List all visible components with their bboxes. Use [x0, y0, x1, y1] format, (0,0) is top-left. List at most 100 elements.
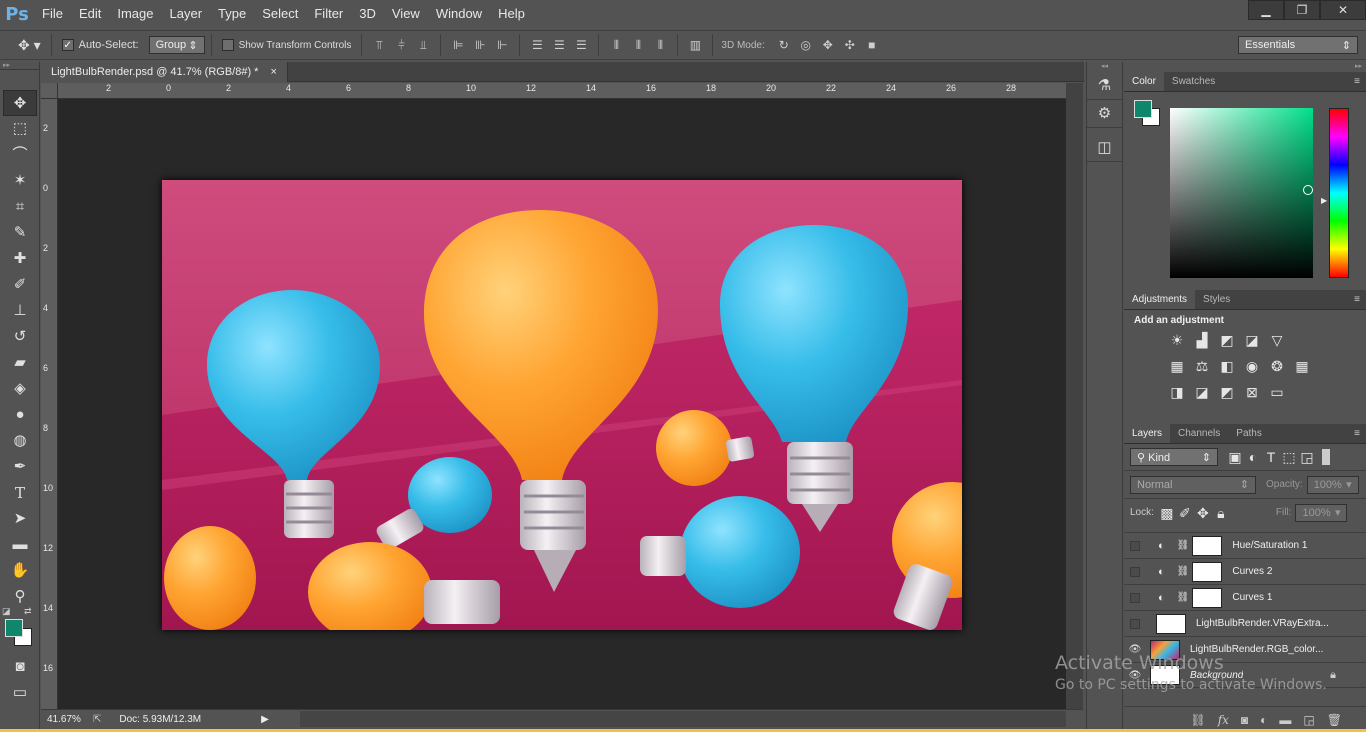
layer-mask-thumbnail[interactable] — [1192, 587, 1223, 608]
canvas-vertical-scrollbar[interactable] — [1066, 83, 1083, 709]
3d-slide-icon[interactable]: ✣ — [843, 38, 857, 52]
menu-type[interactable]: Type — [210, 0, 254, 28]
healing-brush-tool-icon[interactable]: ✚ — [3, 246, 37, 272]
eraser-tool-icon[interactable]: ▰ — [3, 350, 37, 376]
distribute-left-icon[interactable]: ⦀ — [609, 38, 623, 52]
visibility-toggle[interactable] — [1130, 566, 1140, 577]
black-white-icon[interactable]: ◧ — [1218, 358, 1236, 374]
color-balance-icon[interactable]: ⚖ — [1193, 358, 1211, 374]
foreground-color-swatch[interactable] — [5, 619, 23, 637]
panel-foreground-swatch[interactable] — [1134, 100, 1152, 118]
selective-color-icon[interactable]: ⊠ — [1243, 384, 1261, 400]
distribute-bottom-icon[interactable]: ☰ — [574, 38, 588, 52]
auto-select-dropdown[interactable]: Group ⇕ — [148, 36, 205, 54]
layer-row-curves-1[interactable]: ◐ ⛓ Curves 1 — [1124, 584, 1366, 610]
color-lookup-icon[interactable]: ▦ — [1293, 358, 1311, 374]
3d-scale-icon[interactable]: ■ — [865, 38, 879, 52]
gradient-map-icon[interactable]: ▭ — [1268, 384, 1286, 400]
tab-swatches[interactable]: Swatches — [1164, 72, 1223, 91]
show-transform-checkbox[interactable]: Show Transform Controls — [221, 39, 351, 51]
document-tab[interactable]: LightBulbRender.psd @ 41.7% (RGB/8#) * × — [41, 62, 288, 82]
filter-toggle[interactable] — [1322, 449, 1330, 465]
toolbox-collapse-icon[interactable]: ▸▸ — [0, 62, 39, 70]
photo-filter-icon[interactable]: ◉ — [1243, 358, 1261, 374]
menu-filter[interactable]: Filter — [306, 0, 351, 28]
menu-help[interactable]: Help — [490, 0, 533, 28]
layer-mask-thumbnail[interactable] — [1192, 561, 1223, 582]
history-brush-tool-icon[interactable]: ↺ — [3, 324, 37, 350]
blur-tool-icon[interactable]: ● — [3, 402, 37, 428]
lasso-tool-icon[interactable]: ⌒ — [3, 142, 37, 168]
align-top-icon[interactable]: ⫪ — [372, 38, 386, 52]
status-menu-arrow-icon[interactable]: ▶ — [261, 714, 269, 725]
visibility-toggle[interactable] — [1130, 618, 1140, 629]
menu-view[interactable]: View — [384, 0, 428, 28]
color-picker-cursor[interactable] — [1303, 185, 1313, 195]
path-selection-tool-icon[interactable]: ➤ — [3, 506, 37, 532]
lock-all-icon[interactable]: 🔒︎ — [1212, 505, 1230, 521]
posterize-icon[interactable]: ◪ — [1193, 384, 1211, 400]
move-tool-preset-icon[interactable]: ✥ ▾ — [18, 37, 41, 54]
filter-type-icon[interactable]: T — [1262, 449, 1280, 465]
invert-icon[interactable]: ◨ — [1168, 384, 1186, 400]
align-vcenter-icon[interactable]: ⫩ — [394, 38, 408, 52]
tab-color[interactable]: Color — [1124, 72, 1164, 91]
add-mask-icon[interactable]: ◙ — [1241, 713, 1248, 727]
delete-layer-icon[interactable]: 🗑︎ — [1327, 713, 1342, 727]
tab-styles[interactable]: Styles — [1195, 290, 1238, 309]
panel-menu-icon[interactable]: ≡ — [1354, 294, 1360, 305]
3d-roll-icon[interactable]: ◎ — [799, 38, 813, 52]
menu-select[interactable]: Select — [254, 0, 306, 28]
visibility-toggle[interactable] — [1130, 592, 1140, 603]
type-tool-icon[interactable]: T — [3, 480, 37, 506]
align-left-icon[interactable]: ⊫ — [451, 38, 465, 52]
exposure-icon[interactable]: ◪ — [1243, 332, 1261, 348]
default-colors-icon[interactable]: ◪ — [2, 606, 11, 617]
menu-image[interactable]: Image — [109, 0, 161, 28]
fill-input[interactable]: 100% ▾ — [1295, 503, 1348, 522]
clone-stamp-tool-icon[interactable]: ⊥ — [3, 298, 37, 324]
brightness-contrast-icon[interactable]: ☀ — [1168, 332, 1186, 348]
filter-adjustment-icon[interactable]: ◐ — [1244, 449, 1262, 465]
3d-rotate-icon[interactable]: ↻ — [777, 38, 791, 52]
3d-pan-icon[interactable]: ✥ — [821, 38, 835, 52]
filter-pixel-icon[interactable]: ▣ — [1226, 449, 1244, 465]
layer-row-vray-extra[interactable]: LightBulbRender.VRayExtra... — [1124, 610, 1366, 636]
distribute-hcenter-icon[interactable]: ⦀ — [631, 38, 645, 52]
menu-edit[interactable]: Edit — [71, 0, 109, 28]
layer-thumbnail[interactable] — [1156, 613, 1186, 634]
chain-link-icon[interactable]: ⛓ — [1177, 540, 1190, 551]
tab-paths[interactable]: Paths — [1228, 424, 1270, 443]
auto-align-icon[interactable]: ▥ — [688, 38, 702, 52]
tab-channels[interactable]: Channels — [1170, 424, 1228, 443]
layer-style-icon[interactable]: fx — [1218, 713, 1229, 727]
marquee-tool-icon[interactable]: ⬚ — [3, 116, 37, 142]
layer-row-hue-saturation[interactable]: ◐ ⛓ Hue/Saturation 1 — [1124, 532, 1366, 558]
lock-transparency-icon[interactable]: ▩ — [1158, 505, 1176, 521]
dodge-tool-icon[interactable]: ◍ — [3, 428, 37, 454]
close-tab-icon[interactable]: × — [270, 62, 276, 82]
channel-mixer-icon[interactable]: ❂ — [1268, 358, 1286, 374]
opacity-input[interactable]: 100% ▾ — [1306, 475, 1359, 494]
panels-collapse-icon[interactable]: ▸▸ — [1124, 62, 1366, 72]
distribute-top-icon[interactable]: ☰ — [530, 38, 544, 52]
quick-mask-icon[interactable]: ◙ — [3, 654, 37, 680]
document-image[interactable] — [162, 180, 962, 630]
filter-shape-icon[interactable]: ⬚ — [1280, 449, 1298, 465]
swap-colors-icon[interactable]: ⇄ — [24, 606, 32, 617]
layer-row-curves-2[interactable]: ◐ ⛓ Curves 2 — [1124, 558, 1366, 584]
levels-icon[interactable]: ▟ — [1193, 332, 1211, 348]
threshold-icon[interactable]: ◩ — [1218, 384, 1236, 400]
link-layers-icon[interactable]: ⛓ — [1190, 713, 1205, 727]
distribute-right-icon[interactable]: ⦀ — [653, 38, 667, 52]
properties-panel-icon[interactable]: ⚙ — [1087, 100, 1122, 128]
history-panel-icon[interactable]: ⚗ — [1087, 72, 1122, 100]
align-right-icon[interactable]: ⊩ — [495, 38, 509, 52]
lock-position-icon[interactable]: ✥ — [1194, 505, 1212, 521]
rectangle-tool-icon[interactable]: ▬ — [3, 532, 37, 558]
magic-wand-tool-icon[interactable]: ✶ — [3, 168, 37, 194]
vibrance-icon[interactable]: ▽ — [1268, 332, 1286, 348]
blend-mode-dropdown[interactable]: Normal ⇕ — [1130, 475, 1256, 494]
hue-saturation-icon[interactable]: ▦ — [1168, 358, 1186, 374]
brush-tool-icon[interactable]: ✐ — [3, 272, 37, 298]
